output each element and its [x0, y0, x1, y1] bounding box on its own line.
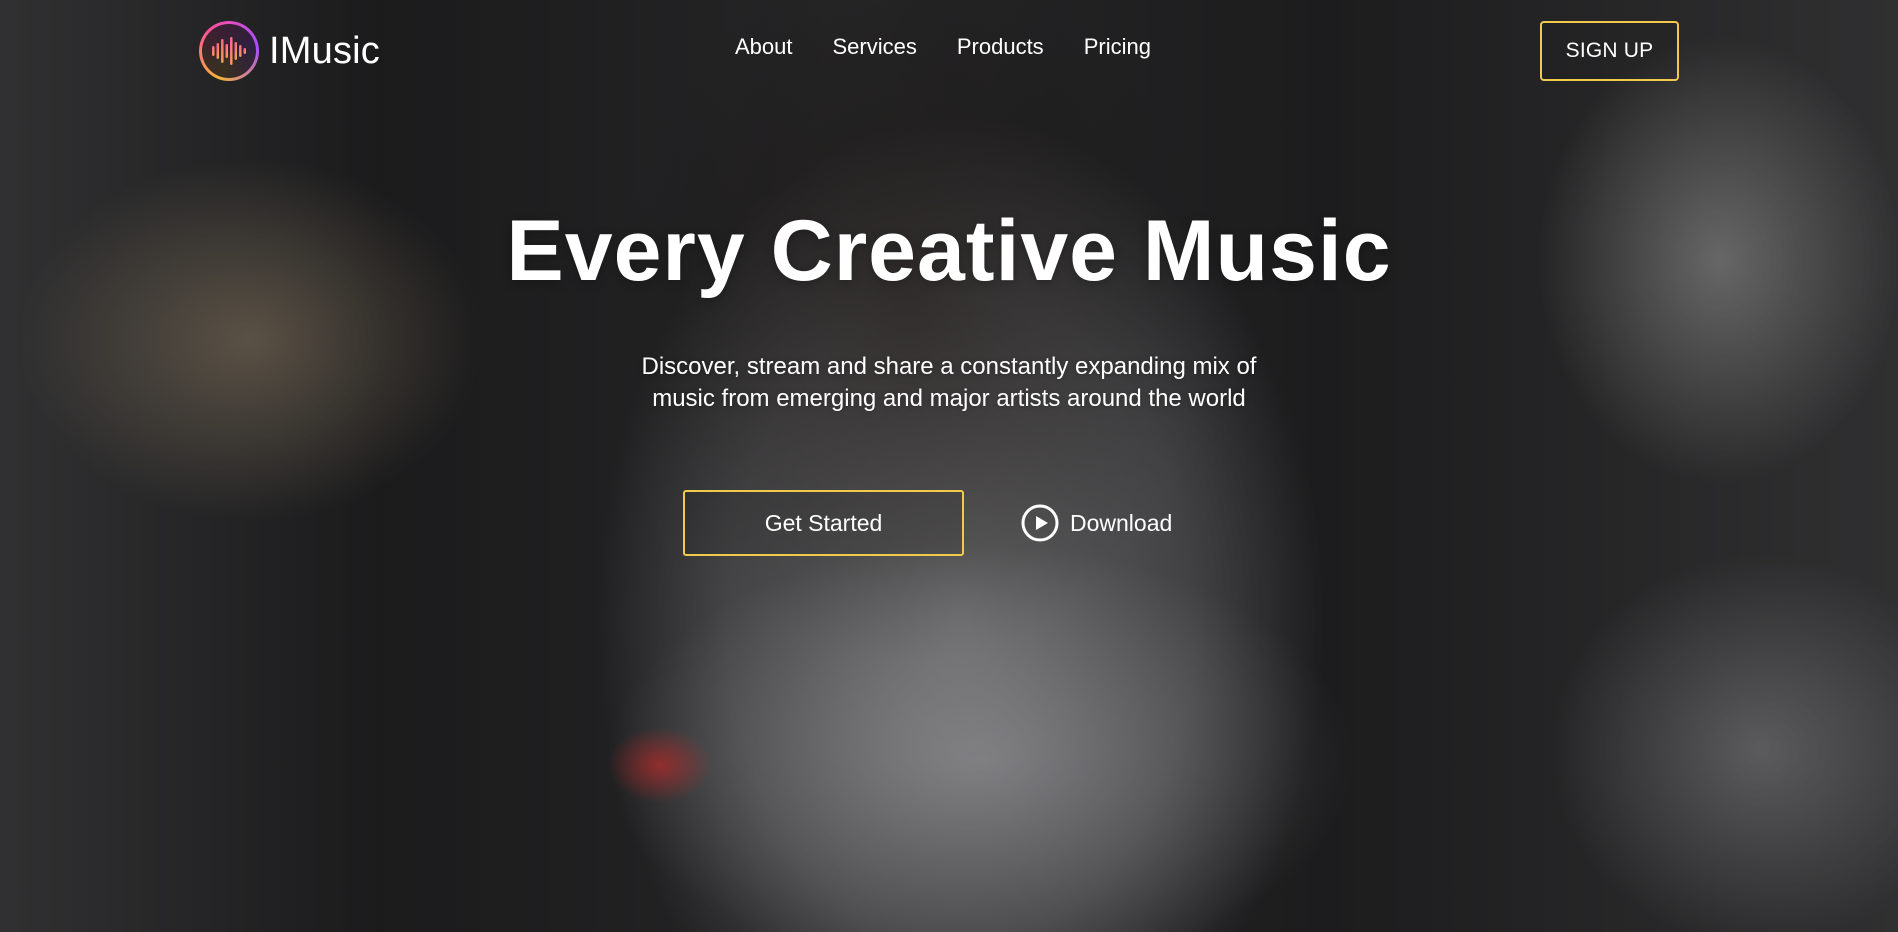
download-button[interactable]: Download	[1020, 490, 1172, 556]
hero-section: IMusic About Services Products Pricing S…	[0, 0, 1898, 932]
download-label: Download	[1070, 509, 1173, 536]
play-circle-icon	[1020, 503, 1060, 543]
hero-content: Every Creative Music Discover, stream an…	[0, 0, 1898, 932]
hero-actions: Get Started Download	[683, 490, 1172, 556]
hero-title: Every Creative Music	[506, 203, 1392, 299]
get-started-button[interactable]: Get Started	[683, 490, 964, 556]
hero-description: Discover, stream and share a constantly …	[641, 353, 1257, 413]
